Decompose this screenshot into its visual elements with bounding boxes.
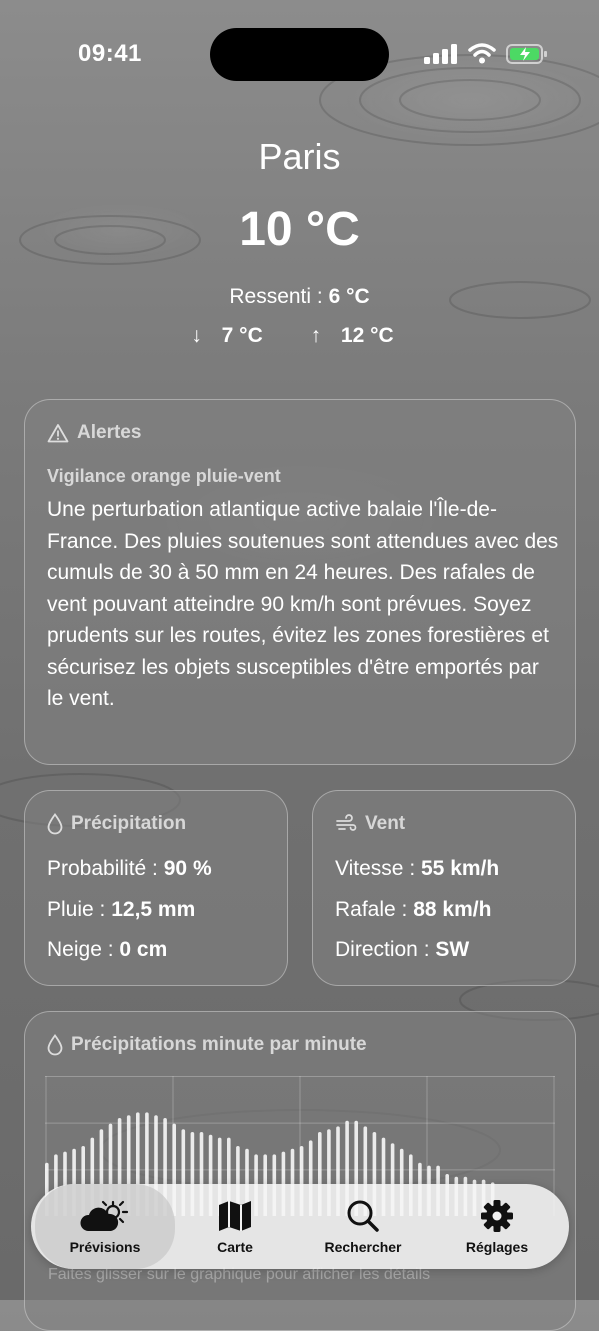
feels-like: Ressenti : 6 °C xyxy=(0,285,599,309)
minute-chart-title-text: Précipitations minute par minute xyxy=(71,1034,367,1055)
wind-card-title: Vent xyxy=(335,813,405,835)
wind-gust-row: Rafale : 88 km/h xyxy=(335,898,492,921)
status-bar: 09:41 xyxy=(0,0,599,108)
warning-icon xyxy=(47,424,69,443)
min-max-temperature: ↓ 7 °C ↑ 12 °C xyxy=(0,324,599,348)
alert-card-title: Alertes xyxy=(47,422,141,444)
cellular-signal-icon xyxy=(424,44,457,64)
precipitation-card[interactable]: Précipitation Probabilité : 90 % Pluie :… xyxy=(24,790,288,986)
alert-card[interactable]: Alertes Vigilance orange pluie-vent Une … xyxy=(24,399,576,765)
min-temperature: ↓ 7 °C xyxy=(191,324,263,347)
wind-direction-row: Direction : SW xyxy=(335,938,470,961)
battery-charging-icon xyxy=(506,44,547,64)
map-icon xyxy=(219,1200,251,1231)
wifi-icon xyxy=(468,43,496,64)
tab-previsions-label: Prévisions xyxy=(69,1238,141,1255)
wind-icon xyxy=(336,814,357,831)
droplet-icon xyxy=(47,1034,63,1056)
gear-icon xyxy=(481,1199,513,1232)
alert-body: Une perturbation atlantique active balai… xyxy=(47,498,559,710)
alert-subtitle: Vigilance orange pluie-vent xyxy=(47,466,281,486)
precipitation-title: Précipitation xyxy=(71,813,187,834)
tab-reglages-label: Réglages xyxy=(465,1238,529,1255)
tab-bar: Prévisions Carte Rechercher Réglages xyxy=(31,1184,569,1269)
minute-chart-title: Précipitations minute par minute xyxy=(47,1034,367,1056)
alert-title: Alertes xyxy=(77,422,142,443)
tab-reglages[interactable]: Réglages xyxy=(441,1184,553,1269)
feels-like-value: 6 °C xyxy=(328,285,370,308)
tab-previsions[interactable]: Prévisions xyxy=(35,1184,175,1269)
dynamic-island xyxy=(210,28,389,81)
precipitation-card-title: Précipitation xyxy=(47,813,186,835)
feels-like-label: Ressenti : xyxy=(229,285,323,308)
tab-carte-label: Carte xyxy=(217,1238,253,1255)
tab-carte[interactable]: Carte xyxy=(181,1184,289,1269)
cloud-sun-icon xyxy=(80,1200,129,1231)
city-name: Paris xyxy=(258,136,341,177)
status-time: 09:41 xyxy=(78,40,142,67)
wind-speed-row: Vitesse : 55 km/h xyxy=(335,857,500,880)
wind-card[interactable]: Vent Vitesse : 55 km/h Rafale : 88 km/h … xyxy=(312,790,576,986)
probability-row: Probabilité : 90 % xyxy=(47,857,212,880)
tab-rechercher-label: Rechercher xyxy=(324,1238,402,1255)
wind-title: Vent xyxy=(365,813,406,834)
tab-rechercher[interactable]: Rechercher xyxy=(301,1184,425,1269)
max-temperature: ↑ 12 °C xyxy=(310,324,394,347)
droplet-icon xyxy=(47,813,63,835)
current-temperature: 10 °C xyxy=(239,203,360,256)
snow-row: Neige : 0 cm xyxy=(47,938,168,961)
search-icon xyxy=(347,1200,379,1232)
rain-row: Pluie : 12,5 mm xyxy=(47,898,196,921)
